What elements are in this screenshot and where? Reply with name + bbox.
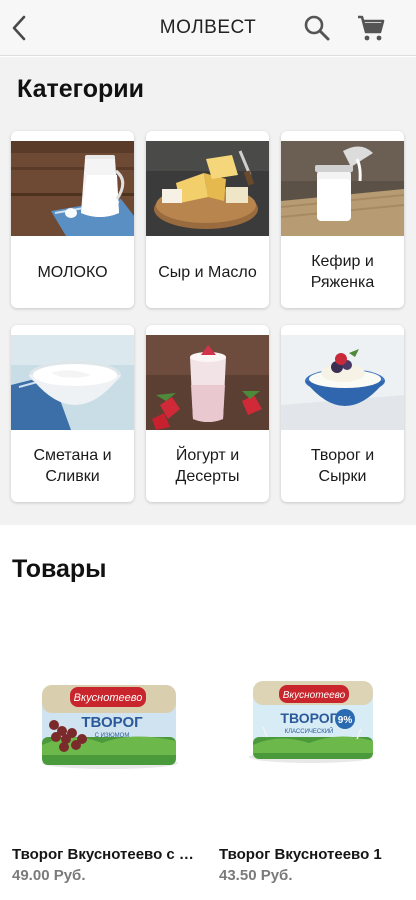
milk-jug-image — [11, 141, 134, 236]
category-card-milk[interactable]: МОЛОКО — [11, 131, 134, 308]
kefir-bottle-image — [281, 141, 404, 236]
product-price: 43.50 Руб. — [219, 867, 293, 884]
category-label: Сыр и Масло — [158, 263, 257, 281]
product-name: Творог Вкуснотеево с изюмом — [12, 846, 202, 863]
cottage-cheese-bowl-image — [281, 335, 404, 430]
cart-icon — [358, 15, 385, 41]
brand-logo-text: Вкуснотеево — [74, 692, 143, 704]
package-label: ТВОРОГ — [81, 714, 143, 731]
category-card-yogurt[interactable]: Йогурт и Десерты — [146, 325, 269, 502]
package-label: ТВОРОГ — [280, 710, 337, 726]
product-card[interactable]: Вкуснотеево ТВОРОГ КЛАССИЧЕСКИЙ 9% Творо… — [219, 645, 409, 885]
package-sublabel: КЛАССИЧЕСКИЙ — [285, 727, 334, 735]
category-card-sour-cream[interactable]: Сметана и Сливки — [11, 325, 134, 502]
product-image: Вкуснотеево ТВОРОГ КЛАССИЧЕСКИЙ 9% — [219, 645, 409, 815]
sour-cream-bowl-image — [11, 335, 134, 430]
page-title: МОЛВЕСТ — [159, 17, 257, 38]
category-card-cheese[interactable]: Сыр и Масло — [146, 131, 269, 308]
yogurt-cup-image — [146, 335, 269, 430]
categories-section: Категории МОЛОКО Сыр и Масло Кефир и Ряж… — [0, 57, 416, 525]
package-sublabel: С ИЗЮМОМ — [95, 733, 130, 739]
brand-logo-text: Вкуснотеево — [283, 690, 346, 701]
products-heading: Товары — [12, 555, 107, 583]
cart-button[interactable] — [356, 13, 386, 43]
product-card[interactable]: Вкуснотеево ТВОРОГ С ИЗЮМОМ Творог Вкусн… — [12, 645, 202, 885]
product-name: Творог Вкуснотеево 1 — [219, 846, 382, 863]
category-label: Йогурт и Десерты — [175, 447, 240, 485]
category-label: Сметана и Сливки — [33, 447, 112, 485]
category-card-kefir[interactable]: Кефир и Ряженка — [281, 131, 404, 308]
category-label: МОЛОКО — [37, 263, 108, 281]
cheese-board-image — [146, 141, 269, 236]
category-label: Творог и Сырки — [310, 447, 375, 485]
product-image: Вкуснотеево ТВОРОГ С ИЗЮМОМ — [12, 645, 202, 815]
app-header: МОЛВЕСТ — [0, 0, 416, 56]
product-price: 49.00 Руб. — [12, 867, 86, 884]
category-card-cottage-cheese[interactable]: Творог и Сырки — [281, 325, 404, 502]
category-label: Кефир и Ряженка — [310, 253, 375, 291]
search-button[interactable] — [303, 14, 331, 42]
search-icon — [304, 15, 330, 41]
categories-heading: Категории — [17, 75, 144, 103]
fat-badge: 9% — [338, 715, 353, 726]
